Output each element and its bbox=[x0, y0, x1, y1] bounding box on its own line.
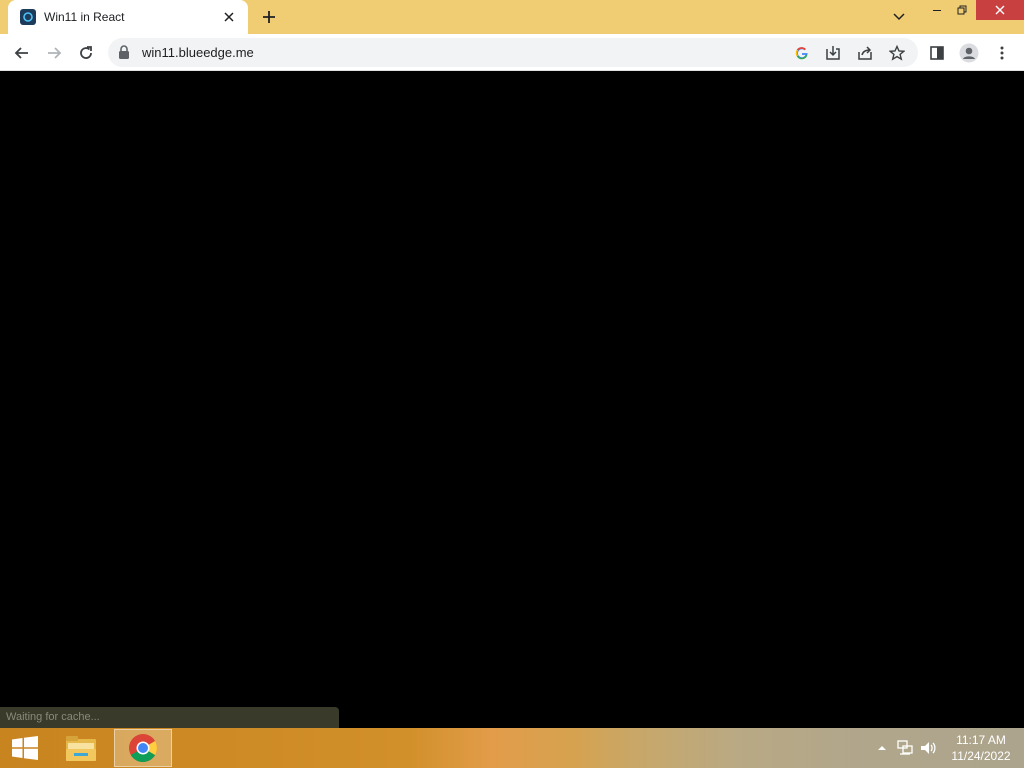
side-panel-icon[interactable] bbox=[922, 38, 952, 68]
volume-icon[interactable] bbox=[920, 738, 938, 758]
chrome-taskbar-button[interactable] bbox=[114, 729, 172, 767]
browser-titlebar: Win11 in React bbox=[0, 0, 1024, 34]
back-arrow-icon[interactable] bbox=[7, 38, 37, 68]
win11-favicon-icon bbox=[20, 9, 36, 25]
new-tab-plus-icon[interactable] bbox=[256, 5, 282, 29]
web-page-content[interactable] bbox=[0, 71, 1024, 728]
browser-toolbar: win11.blueedge.me bbox=[0, 34, 1024, 71]
show-hidden-icons-chevron-up-icon[interactable] bbox=[873, 738, 891, 758]
forward-arrow-icon[interactable] bbox=[39, 38, 69, 68]
tab-search-chevron-down-icon[interactable] bbox=[886, 6, 912, 28]
clock-time: 11:17 AM bbox=[956, 733, 1006, 747]
bookmark-star-icon[interactable] bbox=[886, 42, 908, 64]
close-window-icon[interactable] bbox=[976, 0, 1024, 20]
google-lens-icon[interactable] bbox=[791, 42, 813, 64]
lock-icon[interactable] bbox=[118, 45, 132, 61]
windows-taskbar: 11:17 AM 11/24/2022 bbox=[0, 728, 1024, 768]
network-icon[interactable] bbox=[896, 738, 914, 758]
tab-close-icon[interactable] bbox=[218, 6, 240, 28]
taskbar-clock[interactable]: 11:17 AM 11/24/2022 bbox=[944, 732, 1018, 764]
file-explorer-taskbar-button[interactable] bbox=[52, 729, 110, 767]
status-bubble: Waiting for cache... bbox=[0, 707, 339, 728]
share-icon[interactable] bbox=[854, 42, 876, 64]
restore-icon[interactable] bbox=[950, 0, 974, 20]
folder-icon bbox=[66, 736, 96, 761]
browser-tab[interactable]: Win11 in React bbox=[8, 0, 248, 34]
minimize-icon[interactable] bbox=[924, 0, 950, 20]
install-app-icon[interactable] bbox=[822, 42, 844, 64]
tab-title: Win11 in React bbox=[44, 10, 125, 24]
url-text[interactable]: win11.blueedge.me bbox=[142, 45, 254, 60]
profile-avatar-icon[interactable] bbox=[954, 38, 984, 68]
address-bar[interactable]: win11.blueedge.me bbox=[108, 38, 918, 67]
more-menu-icon[interactable] bbox=[987, 38, 1017, 68]
chrome-icon bbox=[129, 734, 157, 762]
clock-date: 11/24/2022 bbox=[951, 749, 1011, 763]
start-button-windows-icon[interactable] bbox=[0, 728, 50, 768]
reload-icon[interactable] bbox=[71, 38, 101, 68]
